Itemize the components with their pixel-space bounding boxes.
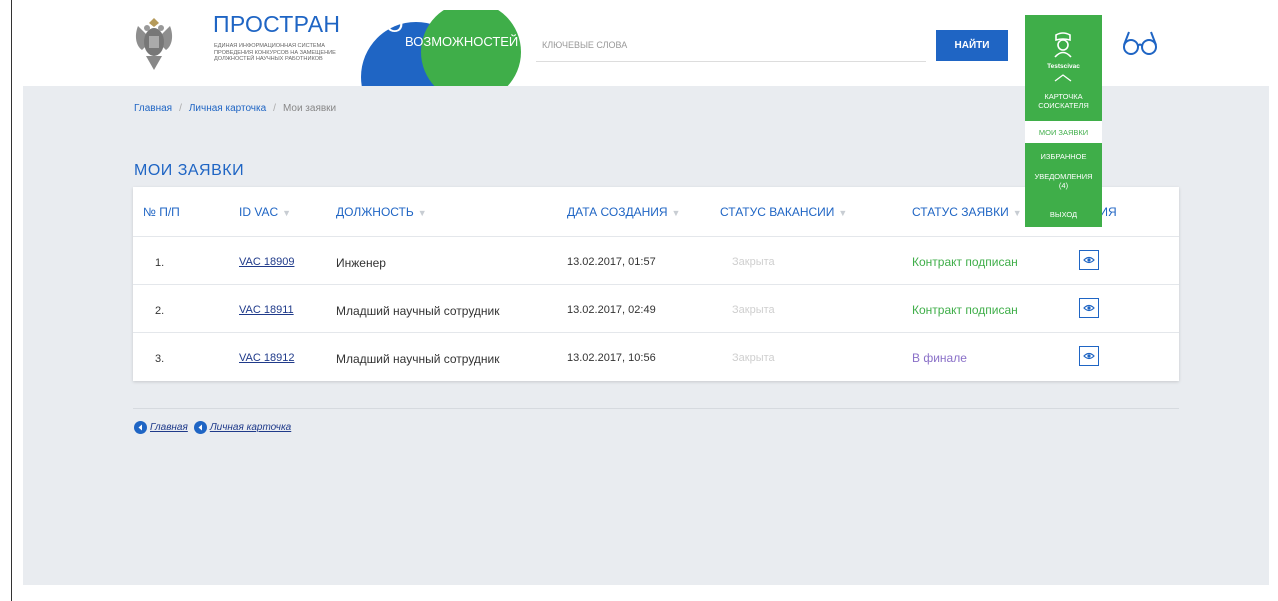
- back-arrow-icon: [134, 421, 147, 434]
- bottom-link-home[interactable]: Главная: [150, 422, 188, 433]
- menu-item-favorites[interactable]: ИЗБРАННОЕ: [1025, 143, 1102, 168]
- user-name: Testscivac: [1047, 63, 1080, 70]
- cell-application-status: Контракт подписан: [912, 303, 1018, 317]
- cell-vacancy-status: Закрыта: [732, 256, 775, 268]
- cell-vac-id-link[interactable]: VAC 18912: [239, 352, 294, 364]
- cell-number: 2.: [155, 305, 165, 317]
- eye-icon: [1083, 304, 1095, 312]
- sort-icon[interactable]: ▼: [838, 208, 847, 218]
- menu-item-my-applications[interactable]: МОИ ЗАЯВКИ: [1025, 121, 1102, 143]
- cell-number: 3.: [155, 353, 165, 365]
- sort-icon[interactable]: ▼: [282, 208, 291, 218]
- emblem-icon: [135, 18, 173, 70]
- row-divider: [133, 332, 1179, 333]
- user-icon: [1054, 32, 1072, 58]
- breadcrumb-card[interactable]: Личная карточка: [189, 103, 266, 114]
- content-divider: [133, 408, 1179, 409]
- site-logo[interactable]: ПРОСТРАНСТВО ВОЗМОЖНОСТЕЙ Единая информа…: [213, 10, 523, 86]
- view-button[interactable]: [1079, 250, 1099, 270]
- user-menu: Testscivac КАРТОЧКА СОИСКАТЕЛЯ МОИ ЗАЯВК…: [1025, 15, 1102, 227]
- column-header-position[interactable]: ДОЛЖНОСТЬ ▼: [336, 205, 427, 219]
- cell-created: 13.02.2017, 01:57: [567, 256, 656, 268]
- page-title: МОИ ЗАЯВКИ: [134, 162, 245, 179]
- view-button[interactable]: [1079, 346, 1099, 366]
- sort-icon[interactable]: ▼: [672, 208, 681, 218]
- cell-position: Младший научный сотрудник: [336, 352, 500, 366]
- back-arrow-icon: [193, 421, 207, 434]
- logo-caption: Единая информационная система проведения…: [214, 43, 336, 63]
- column-header-number: № П/П: [143, 205, 180, 219]
- bottom-navigation: Главная Личная карточка: [134, 421, 291, 434]
- sort-icon[interactable]: ▼: [418, 208, 427, 218]
- row-divider: [133, 236, 1179, 237]
- applications-table: № П/П ID VAC ▼ ДОЛЖНОСТЬ ▼ ДАТА СОЗДАНИЯ ▼ …: [133, 187, 1179, 381]
- cell-vac-id-link[interactable]: VAC 18909: [239, 256, 294, 268]
- menu-item-applicant-card[interactable]: КАРТОЧКА СОИСКАТЕЛЯ: [1025, 87, 1102, 121]
- cell-vacancy-status: Закрыта: [732, 304, 775, 316]
- cell-vac-id-link[interactable]: VAC 18911: [239, 304, 294, 316]
- column-header-id[interactable]: ID VAC ▼: [239, 205, 291, 219]
- search-input[interactable]: [536, 29, 926, 62]
- eye-icon: [1083, 256, 1095, 264]
- sort-icon[interactable]: ▼: [1013, 208, 1022, 218]
- column-header-created[interactable]: ДАТА СОЗДАНИЯ ▼: [567, 205, 680, 219]
- cell-created: 13.02.2017, 02:49: [567, 304, 656, 316]
- bottom-link-card[interactable]: Личная карточка: [210, 422, 291, 433]
- cell-application-status: В финале: [912, 351, 967, 365]
- cell-position: Инженер: [336, 256, 386, 270]
- cell-created: 13.02.2017, 10:56: [567, 352, 656, 364]
- cell-application-status: Контракт подписан: [912, 255, 1018, 269]
- glasses-icon[interactable]: [1121, 28, 1159, 58]
- row-divider: [133, 284, 1179, 285]
- menu-item-notifications[interactable]: УВЕДОМЛЕНИЯ (4): [1025, 168, 1102, 198]
- breadcrumb: Главная / Личная карточка / Мои заявки: [134, 103, 336, 114]
- cell-number: 1.: [155, 257, 165, 269]
- user-menu-header[interactable]: Testscivac: [1025, 15, 1102, 87]
- breadcrumb-home[interactable]: Главная: [134, 103, 172, 114]
- view-button[interactable]: [1079, 298, 1099, 318]
- column-header-application-status[interactable]: СТАТУС ЗАЯВКИ ▼: [912, 205, 1022, 219]
- cell-vacancy-status: Закрыта: [732, 352, 775, 364]
- logo-subtitle: ВОЗМОЖНОСТЕЙ: [405, 34, 519, 49]
- breadcrumb-current: Мои заявки: [282, 103, 337, 114]
- breadcrumb-separator: /: [273, 103, 276, 114]
- menu-item-logout[interactable]: ВЫХОД: [1025, 198, 1102, 227]
- chevron-up-icon[interactable]: [1053, 74, 1073, 82]
- logo-title: ПРОСТРАНСТВО: [213, 11, 404, 37]
- window-frame: [11, 0, 12, 601]
- cell-position: Младший научный сотрудник: [336, 304, 500, 318]
- column-header-vacancy-status[interactable]: СТАТУС ВАКАНСИИ ▼: [720, 205, 847, 219]
- search-button[interactable]: НАЙТИ: [936, 30, 1008, 61]
- eye-icon: [1083, 352, 1095, 360]
- breadcrumb-separator: /: [179, 103, 182, 114]
